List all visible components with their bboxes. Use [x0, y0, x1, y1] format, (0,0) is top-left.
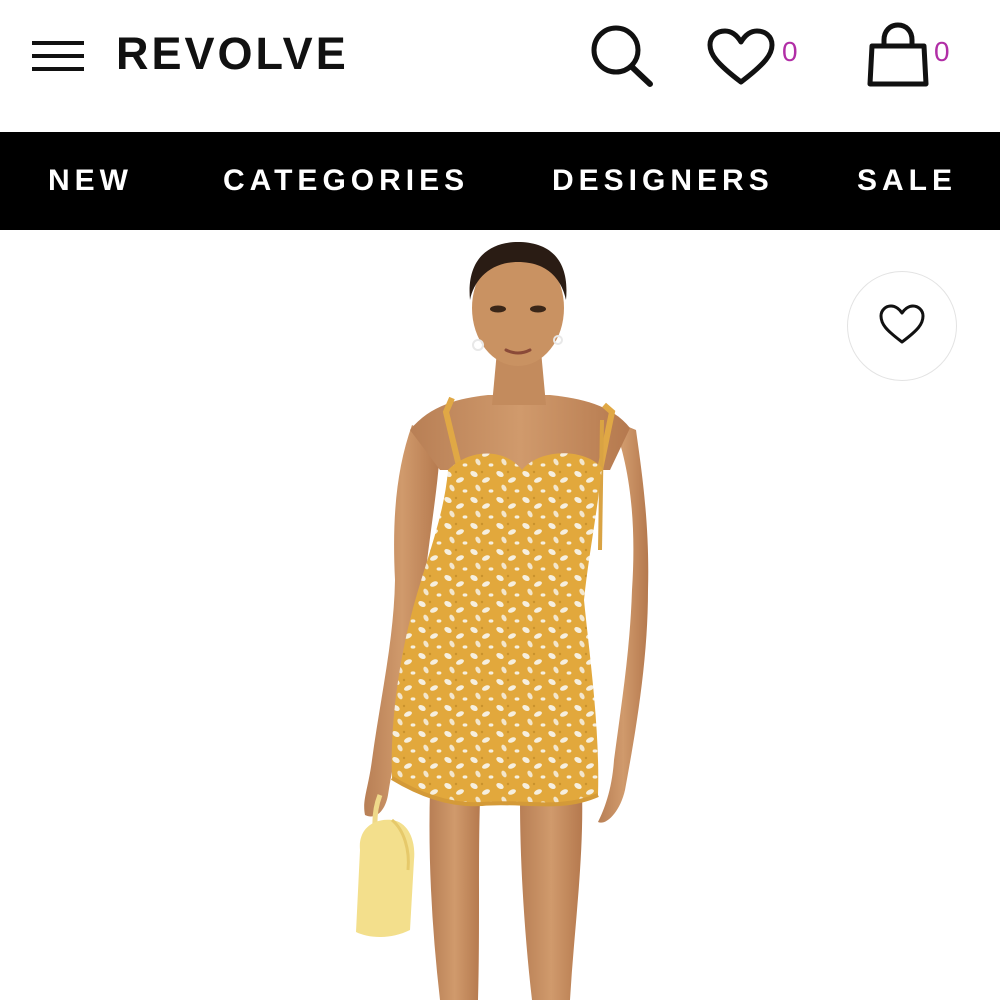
nav-item-sale[interactable]: SALE [857, 132, 957, 230]
wishlist-heart-icon[interactable] [706, 28, 776, 88]
nav-item-categories[interactable]: CATEGORIES [223, 132, 469, 230]
wishlist-count-badge: 0 [782, 36, 798, 67]
hamburger-menu-icon[interactable] [32, 38, 86, 74]
revolve-logo[interactable]: REVOLVE [116, 26, 349, 82]
bag-count-badge: 0 [934, 36, 950, 67]
product-image-area [0, 230, 1000, 1000]
nav-item-designers[interactable]: DESIGNERS [552, 132, 774, 230]
heart-outline-icon [879, 304, 925, 344]
search-icon[interactable] [586, 22, 656, 88]
shopping-bag-icon[interactable] [864, 22, 932, 88]
category-nav-bar: NEW CATEGORIES DESIGNERS SALE [0, 132, 1000, 230]
top-header: REVOLVE 0 0 [0, 0, 1000, 132]
favorite-button[interactable] [847, 271, 957, 381]
nav-item-new[interactable]: NEW [48, 132, 133, 230]
